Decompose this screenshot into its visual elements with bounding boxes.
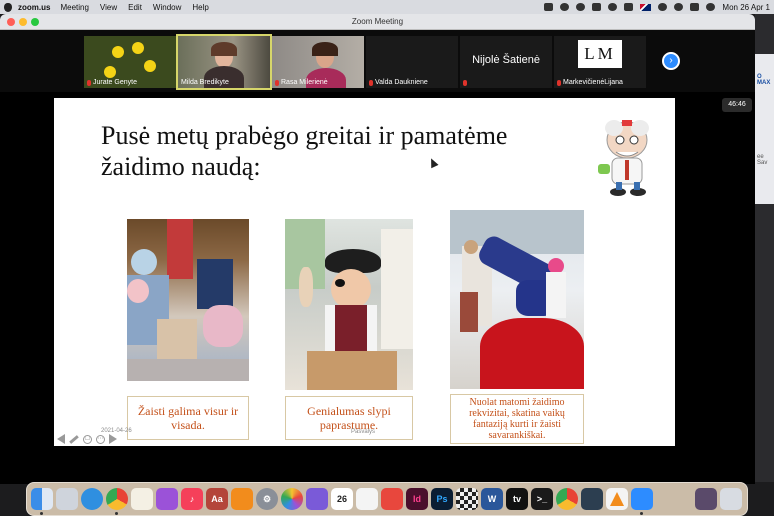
zoom-icon[interactable] bbox=[631, 488, 653, 510]
background-window-text: O MAX bbox=[757, 74, 771, 86]
participant-tile[interactable]: Rasa Milerienė bbox=[272, 36, 364, 88]
input-source-flag-icon[interactable] bbox=[640, 3, 652, 11]
slide-photo-children-playing bbox=[127, 219, 249, 381]
notes-icon[interactable] bbox=[131, 488, 153, 510]
participant-strip: Jurate Genyte Milda Bredikyte Rasa Miler… bbox=[0, 30, 755, 92]
meeting-timer: 46:46 bbox=[722, 98, 752, 112]
dock-running-indicator bbox=[640, 512, 643, 515]
app-icon[interactable] bbox=[306, 488, 328, 510]
safari-icon[interactable] bbox=[81, 488, 103, 510]
wifi-icon[interactable] bbox=[674, 3, 684, 11]
photos-icon[interactable] bbox=[281, 488, 303, 510]
keynote-icon[interactable] bbox=[381, 488, 403, 510]
participant-tile[interactable]: Valda Daukniene bbox=[366, 36, 458, 88]
participant-logo: LM bbox=[578, 40, 622, 68]
calendar-icon[interactable]: 26 bbox=[331, 488, 353, 510]
slide-footer: Pasvalys bbox=[351, 429, 376, 435]
creative-cloud-icon[interactable] bbox=[560, 3, 570, 11]
menu-meeting[interactable]: Meeting bbox=[60, 3, 88, 12]
trash-icon[interactable] bbox=[720, 488, 742, 510]
slide-photo-pirate-child bbox=[285, 219, 413, 390]
dictionary-icon[interactable]: Aa bbox=[206, 488, 228, 510]
participant-name-display: Nijolė Šatienė bbox=[472, 54, 540, 66]
participant-name: Rasa Milerienė bbox=[275, 79, 328, 86]
background-window-text-2: ee Sav bbox=[757, 154, 768, 166]
slide-headline: Pusė metų prabėgo greitai ir pamatėme ža… bbox=[101, 121, 508, 181]
participant-tile-active-speaker[interactable]: Milda Bredikyte bbox=[176, 34, 272, 90]
play-icon[interactable] bbox=[608, 3, 618, 11]
apple-logo-icon[interactable] bbox=[4, 2, 12, 12]
menu-app-name[interactable]: zoom.us bbox=[18, 3, 50, 12]
word-icon[interactable]: W bbox=[481, 488, 503, 510]
slide-photo-fabric-play bbox=[450, 210, 584, 389]
siri-icon[interactable] bbox=[706, 3, 716, 11]
terminal-icon[interactable]: >_ bbox=[531, 488, 553, 510]
chess-icon[interactable] bbox=[456, 488, 478, 510]
participant-name: Jurate Genyte bbox=[87, 79, 137, 86]
dock-running-indicator bbox=[40, 512, 43, 515]
mic-muted-icon bbox=[87, 79, 91, 86]
vlc-icon[interactable] bbox=[606, 488, 628, 510]
podcasts-icon[interactable] bbox=[156, 488, 178, 510]
music-icon[interactable]: ♪ bbox=[181, 488, 203, 510]
dock: ♪ Aa ⚙ 26 Id Ps W tv >_ bbox=[26, 482, 748, 516]
mic-muted-icon bbox=[557, 79, 561, 86]
downloads-icon[interactable] bbox=[695, 488, 717, 510]
system-preferences-icon[interactable]: ⚙ bbox=[256, 488, 278, 510]
window-title: Zoom Meeting bbox=[351, 17, 404, 26]
menu-status-area: Mon 26 Apr 1 bbox=[544, 0, 770, 14]
participant-name: MarkevičienėLijana bbox=[557, 79, 623, 86]
window-titlebar[interactable]: Zoom Meeting bbox=[0, 14, 755, 30]
participant-tile[interactable]: Jurate Genyte bbox=[84, 36, 176, 88]
slide-caption-1: Žaisti galima visur ir visada. bbox=[127, 396, 249, 440]
slides-menu-icon[interactable]: ☐ bbox=[83, 434, 92, 444]
mic-muted-icon bbox=[275, 79, 279, 86]
battery-icon[interactable] bbox=[624, 3, 634, 11]
search-icon[interactable] bbox=[658, 3, 668, 11]
indesign-icon[interactable]: Id bbox=[406, 488, 428, 510]
appletv-icon[interactable]: tv bbox=[506, 488, 528, 510]
app-icon-2[interactable] bbox=[581, 488, 603, 510]
background-window-strip: O MAX ee Sav bbox=[755, 14, 774, 482]
participant-name bbox=[463, 80, 467, 86]
control-center-icon[interactable] bbox=[690, 3, 700, 11]
next-slide-icon[interactable] bbox=[109, 434, 117, 444]
zoom-status-icon[interactable] bbox=[544, 3, 554, 11]
menu-bar: zoom.us Meeting View Edit Window Help Mo… bbox=[0, 0, 774, 14]
menu-window[interactable]: Window bbox=[153, 3, 181, 12]
chrome-icon-2[interactable] bbox=[556, 488, 578, 510]
chevron-right-icon: › bbox=[669, 55, 673, 66]
mic-muted-icon bbox=[369, 79, 373, 86]
slide-controls: ☐ ⋯ bbox=[57, 434, 117, 444]
previous-slide-icon[interactable] bbox=[57, 434, 65, 444]
participant-tile[interactable]: Nijolė Šatienė bbox=[460, 36, 552, 88]
doctor-clipart-icon bbox=[598, 120, 649, 196]
reminders-icon[interactable] bbox=[356, 488, 378, 510]
menu-edit[interactable]: Edit bbox=[128, 3, 142, 12]
chrome-icon[interactable] bbox=[106, 488, 128, 510]
vpn-icon[interactable] bbox=[592, 3, 602, 11]
photoshop-icon[interactable]: Ps bbox=[431, 488, 453, 510]
next-participants-button[interactable]: › bbox=[662, 52, 680, 70]
finder-icon[interactable] bbox=[31, 488, 53, 510]
menu-help[interactable]: Help bbox=[192, 3, 208, 12]
pen-tool-icon[interactable] bbox=[69, 434, 79, 444]
shared-screen-slide[interactable]: Pusė metų prabėgo greitai ir pamatėme ža… bbox=[54, 98, 675, 446]
slide-caption-3: Nuolat matomi žaidimo rekvizitai, skatin… bbox=[450, 394, 584, 444]
launchpad-icon[interactable] bbox=[56, 488, 78, 510]
books-icon[interactable] bbox=[231, 488, 253, 510]
dock-running-indicator bbox=[115, 512, 118, 515]
participant-name: Valda Daukniene bbox=[369, 79, 428, 86]
more-options-icon[interactable]: ⋯ bbox=[96, 434, 105, 444]
participant-name: Milda Bredikyte bbox=[181, 79, 229, 86]
background-window[interactable]: O MAX ee Sav bbox=[755, 54, 774, 204]
slide-caption-2: Genialumas slypi paprastume. bbox=[285, 396, 413, 440]
sync-icon[interactable] bbox=[576, 3, 586, 11]
menu-view[interactable]: View bbox=[100, 3, 117, 12]
mic-muted-icon bbox=[463, 80, 467, 86]
menu-clock[interactable]: Mon 26 Apr 1 bbox=[722, 3, 770, 12]
participant-tile[interactable]: LM MarkevičienėLijana bbox=[554, 36, 646, 88]
